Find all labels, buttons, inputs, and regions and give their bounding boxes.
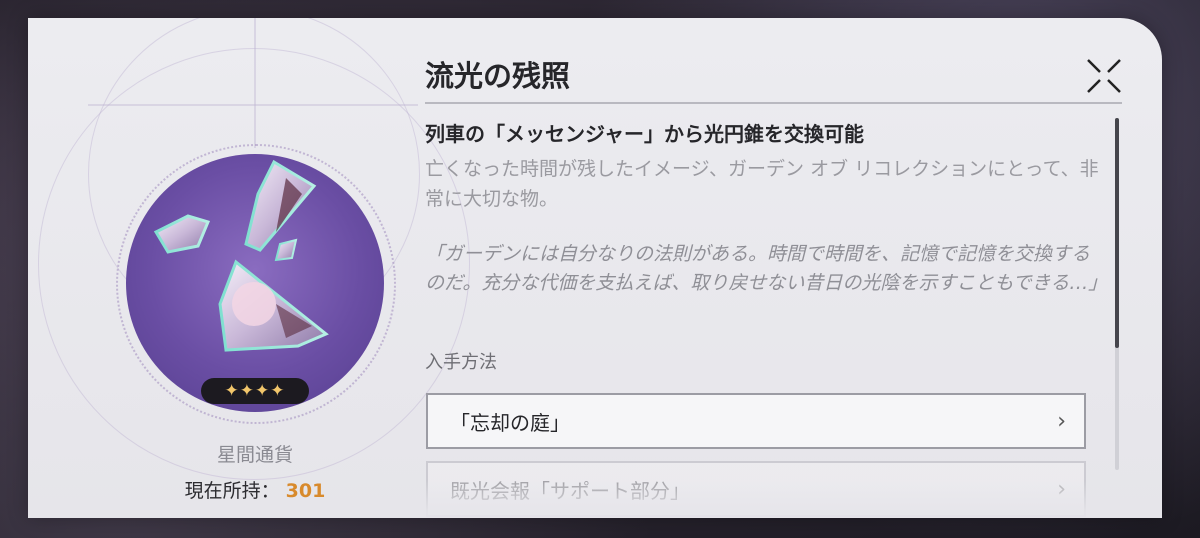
item-description: 亡くなった時間が残したイメージ、ガーデン オブ リコレクションにとって、非常に大… <box>425 158 1099 210</box>
owned-count-row: 現在所持： 301 <box>155 476 355 503</box>
owned-count: 301 <box>285 480 326 502</box>
decorative-line-horizontal <box>88 104 418 106</box>
decorative-line-vertical <box>254 18 256 148</box>
rarity-stars: ✦✦✦✦ <box>201 378 309 404</box>
item-detail-panel: ✦✦✦✦ 星間通貨 現在所持： 301 流光の残照 列車の「メッセンジャー」から光… <box>28 18 1162 518</box>
acquisition-item-label: 「忘却の庭」 <box>450 410 570 435</box>
item-image-frame <box>126 154 384 412</box>
item-title: 流光の残照 <box>425 59 571 93</box>
close-button[interactable] <box>1084 56 1124 96</box>
item-quote: 「ガーデンには自分なりの法則がある。時間で時間を、記憶で記憶を交換するのだ。充分… <box>425 243 1108 294</box>
item-category: 星間通貨 <box>216 444 293 466</box>
scrollbar-thumb[interactable] <box>1115 118 1119 348</box>
owned-label: 現在所持： <box>184 480 280 502</box>
item-source: 列車の「メッセンジャー」から光円錐を交換可能 <box>425 122 864 146</box>
list-fade-overlay <box>425 480 1125 518</box>
acquisition-item[interactable]: 「忘却の庭」 › <box>426 393 1086 449</box>
light-fragments-icon <box>153 159 329 352</box>
close-x-icon <box>1087 59 1121 93</box>
title-divider <box>425 102 1122 104</box>
acquisition-heading: 入手方法 <box>425 352 497 373</box>
scrollbar-track[interactable] <box>1115 118 1119 470</box>
chevron-right-icon: › <box>1057 408 1066 434</box>
